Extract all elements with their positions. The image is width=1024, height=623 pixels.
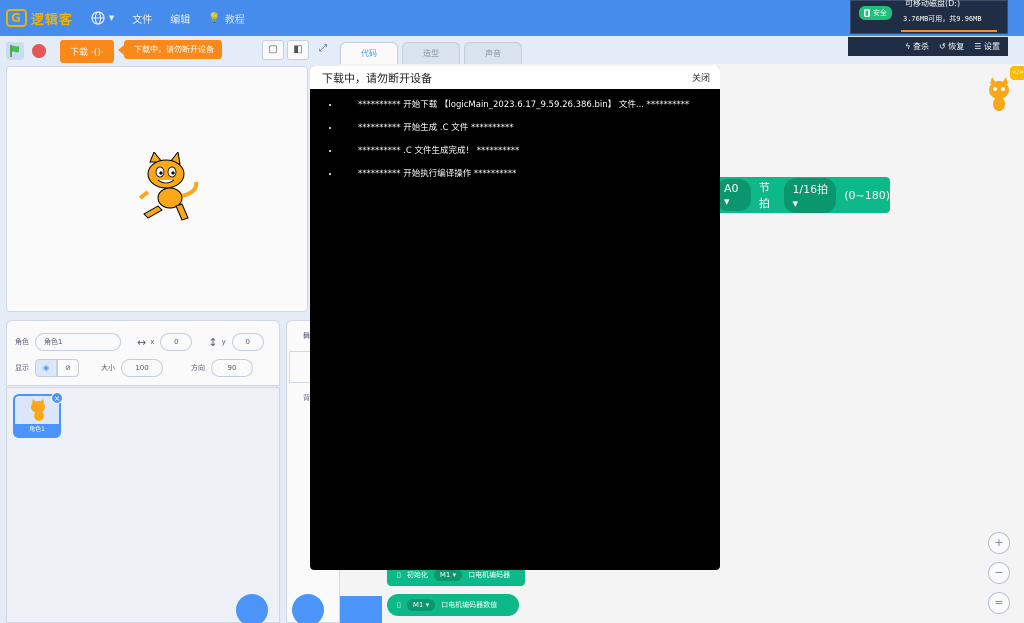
log-line: ********** 开始生成 .C 文件 **********: [340, 122, 720, 134]
usb-drive-icon: ▮: [864, 9, 870, 17]
log-line: ********** .C 文件生成完成！ **********: [340, 145, 720, 157]
log-line: ********** 开始下载 【logicMain_2023.6.17_9.5…: [340, 99, 720, 111]
usb-title: 可移动磁盘(D:): [905, 0, 961, 8]
safe-badge-label: 安全: [872, 9, 887, 17]
undo-icon: ↺: [939, 42, 946, 51]
usb-scan-button[interactable]: ϟ 查杀: [905, 41, 929, 52]
modal-header: 下载中，请勿断开设备 关闭: [310, 66, 720, 89]
log-line: ********** 开始执行编译操作 **********: [340, 168, 720, 180]
usb-toolbar: ϟ 查杀 ↺ 恢复 ☰ 设置: [848, 37, 1008, 56]
usb-notification[interactable]: ▮ 安全 可移动磁盘(D:) 3.76MB可用，共9.96MB: [850, 0, 1008, 34]
list-icon: ☰: [974, 42, 982, 51]
download-modal: 下载中，请勿断开设备 关闭 ********** 开始下载 【logicMain…: [310, 66, 720, 570]
usb-usage-bar: [901, 30, 997, 32]
usb-settings-button[interactable]: ☰ 设置: [974, 41, 1000, 52]
safe-badge: ▮ 安全: [859, 6, 892, 20]
lightning-icon: ϟ: [905, 42, 911, 51]
download-log: ********** 开始下载 【logicMain_2023.6.17_9.5…: [310, 89, 720, 180]
usb-restore-label: 恢复: [948, 42, 965, 51]
modal-title: 下载中，请勿断开设备: [322, 71, 432, 85]
usb-restore-button[interactable]: ↺ 恢复: [939, 41, 964, 52]
modal-close-button[interactable]: 关闭: [692, 71, 710, 84]
usb-scan-label: 查杀: [913, 42, 930, 51]
usb-space: 3.76MB可用，共9.96MB: [903, 15, 982, 23]
usb-settings-label: 设置: [984, 42, 1000, 51]
